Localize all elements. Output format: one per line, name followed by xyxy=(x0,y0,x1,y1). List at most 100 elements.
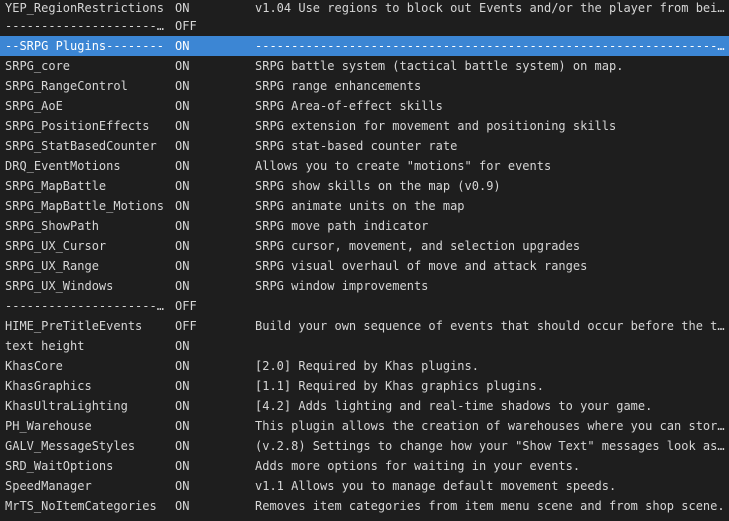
plugin-description: SRPG range enhancements xyxy=(255,79,422,93)
plugin-description: ----------------------------------------… xyxy=(255,39,727,53)
plugin-name: SRPG_UX_Cursor xyxy=(5,239,107,253)
plugin-status: ON xyxy=(175,219,190,233)
plugin-description: SRPG cursor, movement, and selection upg… xyxy=(255,239,581,253)
plugin-row[interactable]: HIME_PreTitleEvents OFF Build your own seq… xyxy=(0,316,729,336)
plugin-row[interactable]: SRD_WaitOptions ON Adds more options for w… xyxy=(0,456,729,476)
plugin-name: SRPG_AoE xyxy=(5,99,63,113)
plugin-row[interactable]: SRPG_UX_Windows ON SRPG window improvement… xyxy=(0,276,729,296)
plugin-name: GALV_MessageStyles xyxy=(5,439,136,453)
plugin-description: v1.1 Allows you to manage default moveme… xyxy=(255,479,617,493)
plugin-row[interactable]: YEP_RegionRestrictions ON v1.04 Use region… xyxy=(0,0,729,16)
plugin-name: YEP_RegionRestrictions xyxy=(5,1,164,15)
plugin-status: ON xyxy=(175,39,190,53)
plugin-row[interactable]: SRPG_core ON SRPG battle system (tactical … xyxy=(0,56,729,76)
plugin-name: SRD_WaitOptions xyxy=(5,459,114,473)
plugin-description: Build your own sequence of events that s… xyxy=(255,319,727,333)
plugin-name: SRPG_UX_Range xyxy=(5,259,99,273)
plugin-description: [2.0] Required by Khas plugins. xyxy=(255,359,479,373)
plugin-name: SRPG_MapBattle xyxy=(5,179,107,193)
plugin-row[interactable]: SRPG_StatBasedCounter ON SRPG stat-based c… xyxy=(0,136,729,156)
plugin-name: SRPG_PositionEffects xyxy=(5,119,150,133)
plugin-description: [1.1] Required by Khas graphics plugins. xyxy=(255,379,544,393)
plugin-description: SRPG show skills on the map (v0.9) xyxy=(255,179,501,193)
plugin-name: SRPG_MapBattle_Motions xyxy=(5,199,164,213)
plugin-name: SpeedManager xyxy=(5,479,92,493)
plugin-row[interactable]: SRPG_UX_Range ON SRPG visual overhaul of m… xyxy=(0,256,729,276)
plugin-row[interactable]: SRPG_ShowPath ON SRPG move path indicator xyxy=(0,216,729,236)
plugin-name: SRPG_StatBasedCounter xyxy=(5,139,157,153)
plugin-status: ON xyxy=(175,379,190,393)
plugin-description: SRPG move path indicator xyxy=(255,219,429,233)
plugin-row[interactable]: SpeedManager ON v1.1 Allows you to manage … xyxy=(0,476,729,496)
plugin-description: [4.2] Adds lighting and real-time shadow… xyxy=(255,399,653,413)
plugin-description: v1.04 Use regions to block out Events an… xyxy=(255,1,727,15)
plugin-status: ON xyxy=(175,119,190,133)
plugin-description: SRPG extension for movement and position… xyxy=(255,119,617,133)
plugin-row[interactable]: SRPG_AoE ON SRPG Area-of-effect skills xyxy=(0,96,729,116)
plugin-row[interactable]: DRQ_EventMotions ON Allows you to create "… xyxy=(0,156,729,176)
plugin-status: OFF xyxy=(175,299,197,313)
plugin-status: ON xyxy=(175,59,190,73)
plugin-row[interactable]: SRPG_MapBattle_Motions ON SRPG animate uni… xyxy=(0,196,729,216)
plugin-status: ON xyxy=(175,139,190,153)
plugin-name: SRPG_ShowPath xyxy=(5,219,99,233)
plugin-row[interactable]: SRPG_PositionEffects ON SRPG extension for… xyxy=(0,116,729,136)
plugin-row[interactable]: --SRPG Plugins-------- ON ----------------… xyxy=(0,36,729,56)
plugin-description: (v.2.8) Settings to change how your "Sho… xyxy=(255,439,727,453)
plugin-status: ON xyxy=(175,99,190,113)
plugin-status: ON xyxy=(175,239,190,253)
plugin-row[interactable]: KhasGraphics ON [1.1] Required by Khas gra… xyxy=(0,376,729,396)
plugin-description: SRPG window improvements xyxy=(255,279,429,293)
plugin-status: ON xyxy=(175,419,190,433)
plugin-status: ON xyxy=(175,79,190,93)
plugin-name: ----------------------… xyxy=(5,299,165,313)
plugin-name: --SRPG Plugins-------- xyxy=(5,39,164,53)
plugin-status: OFF xyxy=(175,319,197,333)
plugin-description: SRPG visual overhaul of move and attack … xyxy=(255,259,588,273)
plugin-name: KhasGraphics xyxy=(5,379,92,393)
plugin-row[interactable]: KhasCore ON [2.0] Required by Khas plugins… xyxy=(0,356,729,376)
plugin-name: KhasUltraLighting xyxy=(5,399,128,413)
plugin-row[interactable]: SRPG_MapBattle ON SRPG show skills on the … xyxy=(0,176,729,196)
plugin-description: Removes item categories from item menu s… xyxy=(255,499,725,513)
plugin-row[interactable]: text height ON xyxy=(0,336,729,356)
plugin-status: ON xyxy=(175,199,190,213)
plugin-list[interactable]: YEP_RegionRestrictions ON v1.04 Use region… xyxy=(0,0,729,521)
plugin-name: SRPG_core xyxy=(5,59,71,73)
plugin-name: text height xyxy=(5,339,85,353)
plugin-row[interactable]: KhasUltraLighting ON [4.2] Adds lighting a… xyxy=(0,396,729,416)
plugin-row[interactable] xyxy=(0,516,729,521)
plugin-name: SRPG_UX_Windows xyxy=(5,279,114,293)
plugin-row[interactable]: ----------------------… OFF xyxy=(0,296,729,316)
plugin-status: ON xyxy=(175,1,190,15)
plugin-row[interactable]: PH_Warehouse ON This plugin allows the cre… xyxy=(0,416,729,436)
plugin-name: HIME_PreTitleEvents xyxy=(5,319,143,333)
plugin-description: SRPG battle system (tactical battle syst… xyxy=(255,59,624,73)
plugin-row[interactable]: SRPG_RangeControl ON SRPG range enhancemen… xyxy=(0,76,729,96)
plugin-description: SRPG stat-based counter rate xyxy=(255,139,458,153)
plugin-name: SRPG_RangeControl xyxy=(5,79,128,93)
plugin-status: OFF xyxy=(175,19,197,33)
plugin-status: ON xyxy=(175,279,190,293)
plugin-status: ON xyxy=(175,259,190,273)
plugin-description: Adds more options for waiting in your ev… xyxy=(255,459,581,473)
plugin-name: DRQ_EventMotions xyxy=(5,159,121,173)
plugin-row[interactable]: ----------------------… OFF xyxy=(0,16,729,36)
plugin-status: ON xyxy=(175,479,190,493)
plugin-status: ON xyxy=(175,359,190,373)
plugin-description: SRPG Area-of-effect skills xyxy=(255,99,443,113)
plugin-name: KhasCore xyxy=(5,359,63,373)
plugin-name: MrTS_NoItemCategories xyxy=(5,499,157,513)
plugin-name: ----------------------… xyxy=(5,19,165,33)
plugin-description: SRPG animate units on the map xyxy=(255,199,465,213)
plugin-row[interactable]: GALV_MessageStyles ON (v.2.8) Settings to … xyxy=(0,436,729,456)
plugin-status: ON xyxy=(175,499,190,513)
plugin-description: This plugin allows the creation of wareh… xyxy=(255,419,727,433)
plugin-status: ON xyxy=(175,459,190,473)
plugin-status: ON xyxy=(175,399,190,413)
plugin-status: ON xyxy=(175,439,190,453)
plugin-row[interactable]: MrTS_NoItemCategories ON Removes item cate… xyxy=(0,496,729,516)
plugin-row[interactable]: SRPG_UX_Cursor ON SRPG cursor, movement, a… xyxy=(0,236,729,256)
plugin-description: Allows you to create "motions" for event… xyxy=(255,159,552,173)
plugin-name: PH_Warehouse xyxy=(5,419,92,433)
